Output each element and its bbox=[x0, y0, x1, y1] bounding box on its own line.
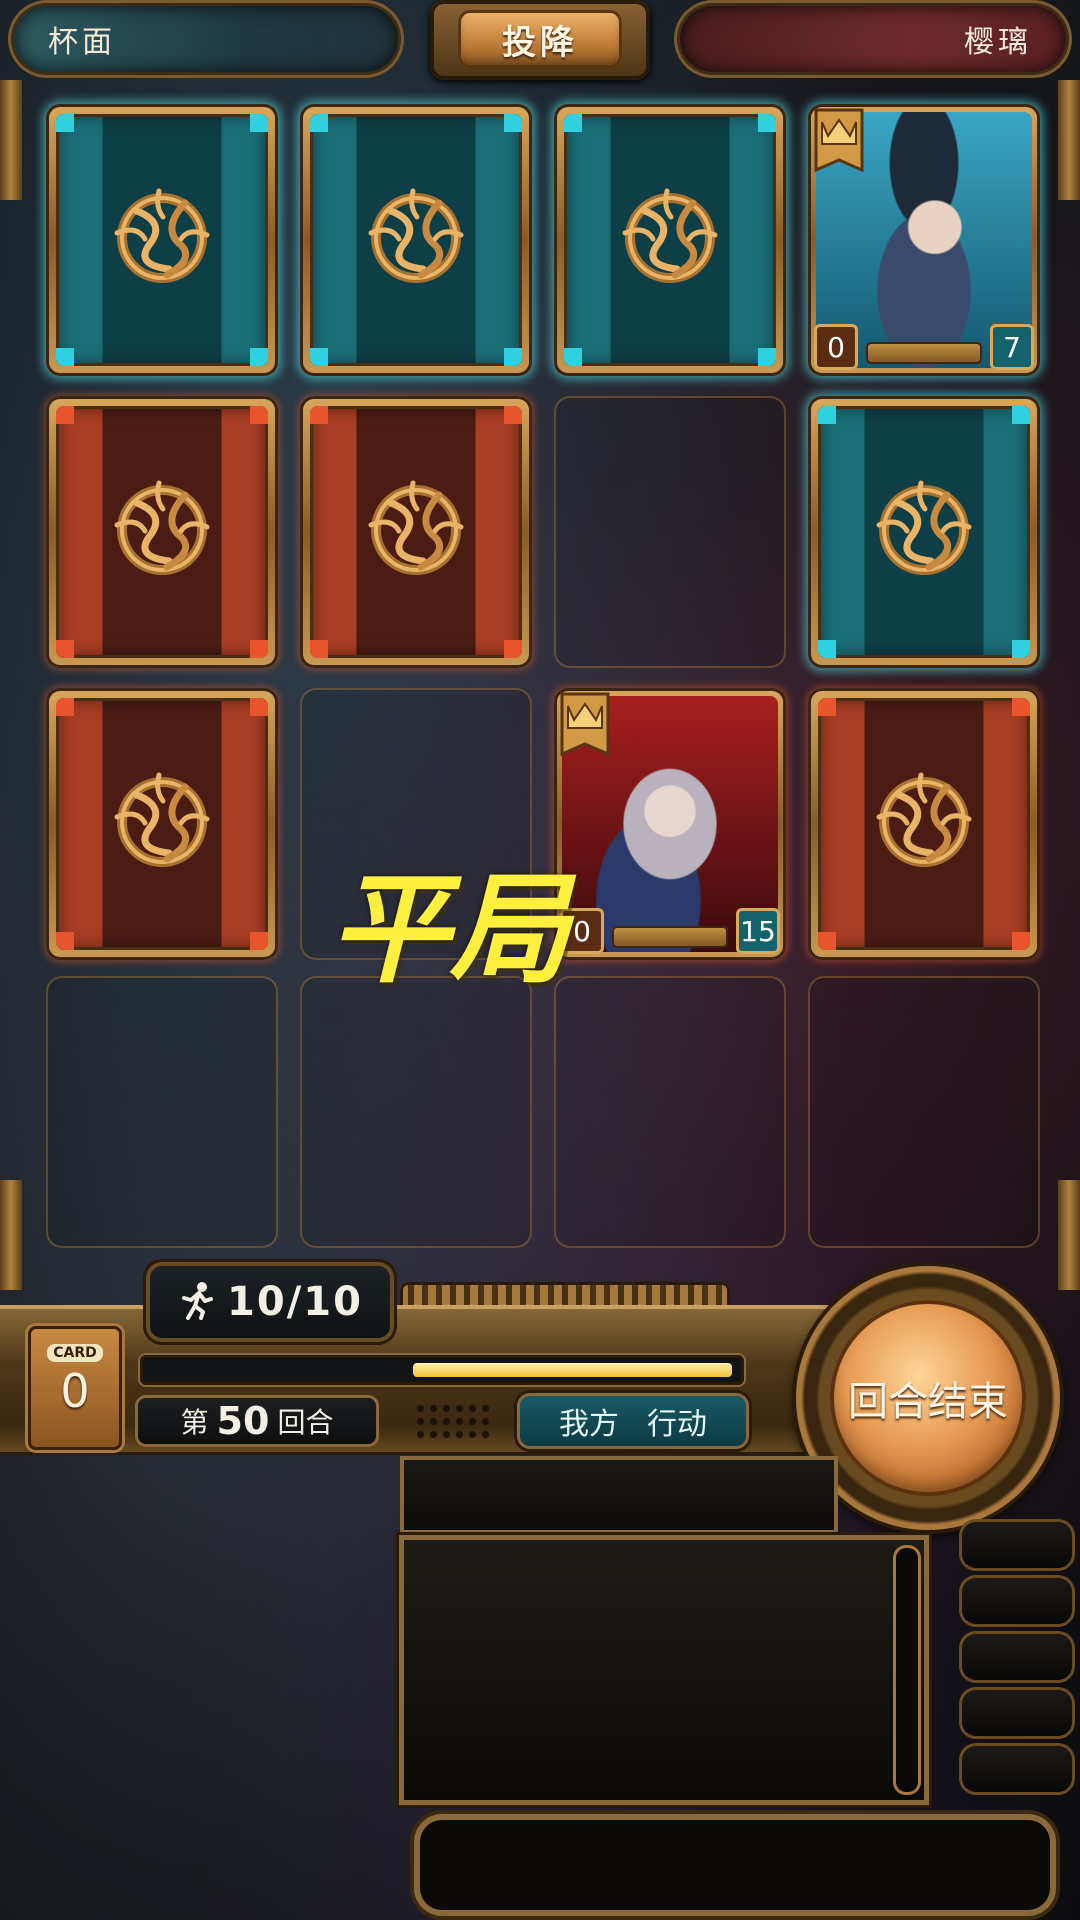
card-name-plate bbox=[612, 926, 728, 948]
board-slot-r4c3[interactable] bbox=[554, 976, 786, 1248]
card-back-r2c1[interactable] bbox=[46, 396, 278, 668]
right-pipe-lower bbox=[1058, 1180, 1080, 1290]
side-slot[interactable] bbox=[962, 1634, 1072, 1680]
board-slot-r2c3[interactable] bbox=[554, 396, 786, 668]
result-text: 平局 bbox=[329, 861, 570, 1000]
character-card-r1c4[interactable]: 07 bbox=[808, 104, 1040, 376]
tentacle-emblem-icon bbox=[97, 465, 227, 599]
log-scrollbar[interactable] bbox=[896, 1548, 918, 1792]
side-slot[interactable] bbox=[962, 1578, 1072, 1624]
character-card-r3c3[interactable]: 0 15 bbox=[554, 688, 786, 960]
surrender-button[interactable]: 投降 bbox=[458, 10, 622, 68]
phase-action: 行动 bbox=[647, 1407, 707, 1442]
speaker-grill bbox=[414, 1402, 490, 1442]
energy-display: 10/10 bbox=[150, 1266, 390, 1338]
card-back-r2c4[interactable] bbox=[808, 396, 1040, 668]
phase-indicator: 我方 行动 bbox=[520, 1396, 746, 1446]
board-slot-r4c1[interactable] bbox=[46, 976, 278, 1248]
player-right-name: 樱璃 bbox=[680, 6, 1066, 72]
turn-number: 50 bbox=[216, 1399, 270, 1443]
card-back-r2c2[interactable] bbox=[300, 396, 532, 668]
card-back-r1c1[interactable] bbox=[46, 104, 278, 376]
card-back-r3c4[interactable] bbox=[808, 688, 1040, 960]
tentacle-emblem-icon bbox=[97, 173, 227, 307]
crown-icon bbox=[814, 108, 864, 184]
tentacle-emblem-icon bbox=[859, 465, 989, 599]
tentacle-emblem-icon bbox=[859, 757, 989, 891]
side-slot[interactable] bbox=[962, 1690, 1072, 1736]
card-count: 0 bbox=[60, 1364, 90, 1418]
card-back-r1c2[interactable] bbox=[300, 104, 532, 376]
bottom-input-bar bbox=[420, 1820, 1050, 1910]
left-pipe-lower bbox=[0, 1180, 22, 1290]
log-panel bbox=[404, 1540, 924, 1800]
turn-suffix: 回合 bbox=[277, 1406, 334, 1439]
turn-progress-fill bbox=[413, 1363, 732, 1377]
board-slot-r4c2[interactable] bbox=[300, 976, 532, 1248]
end-turn-button[interactable]: 回合结束 bbox=[830, 1300, 1026, 1496]
tentacle-emblem-icon bbox=[351, 173, 481, 307]
right-pipe bbox=[1058, 80, 1080, 200]
tentacle-emblem-icon bbox=[97, 757, 227, 891]
board-slot-r4c4[interactable] bbox=[808, 976, 1040, 1248]
player-left-name: 杯面 bbox=[14, 6, 398, 72]
energy-value: 10/10 bbox=[227, 1279, 363, 1325]
left-pipe bbox=[0, 80, 22, 200]
card-health: 7 bbox=[990, 324, 1034, 370]
phase-side: 我方 bbox=[559, 1407, 619, 1442]
running-man-icon bbox=[177, 1280, 217, 1324]
card-back-r1c3[interactable] bbox=[554, 104, 786, 376]
card-back-r3c1[interactable] bbox=[46, 688, 278, 960]
tentacle-emblem-icon bbox=[605, 173, 735, 307]
card-health: 15 bbox=[736, 908, 780, 954]
turn-progress-bar bbox=[140, 1355, 744, 1385]
card-counter[interactable]: CARD 0 bbox=[28, 1326, 122, 1450]
card-name-plate bbox=[866, 342, 982, 364]
card-attack: 0 bbox=[814, 324, 858, 370]
crown-icon bbox=[560, 692, 610, 768]
side-slot[interactable] bbox=[962, 1746, 1072, 1792]
turn-counter: 第 50 回合 bbox=[138, 1398, 376, 1444]
log-header-panel bbox=[404, 1460, 834, 1530]
turn-prefix: 第 bbox=[180, 1406, 209, 1439]
card-tag: CARD bbox=[47, 1344, 103, 1362]
tentacle-emblem-icon bbox=[351, 465, 481, 599]
side-slot[interactable] bbox=[962, 1522, 1072, 1568]
